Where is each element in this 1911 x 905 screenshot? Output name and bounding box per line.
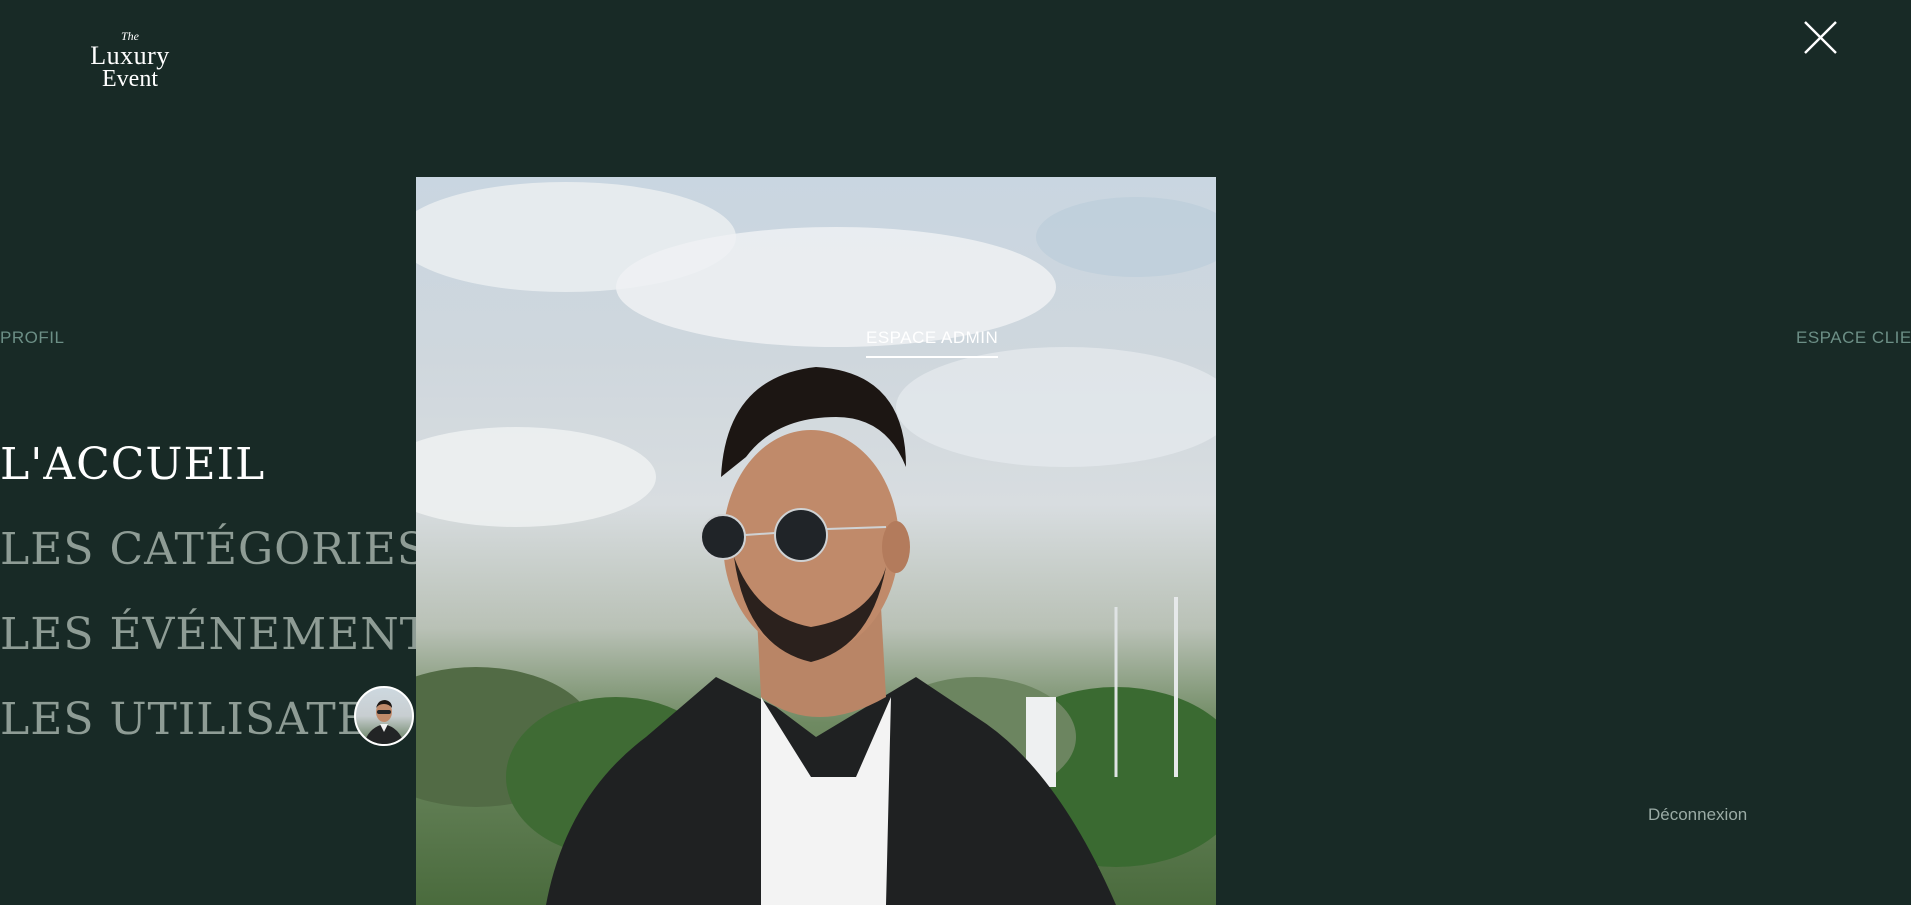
- profile-photo: [416, 177, 1216, 905]
- avatar-image: [364, 700, 404, 744]
- portrait-illustration: [416, 182, 1216, 905]
- tab-espace-admin[interactable]: ESPACE ADMIN: [866, 328, 999, 358]
- tab-espace-client[interactable]: ESPACE CLIENT: [1796, 328, 1911, 348]
- avatar[interactable]: [354, 686, 414, 746]
- main-nav: L'ACCUEIL LES CATÉGORIES LES ÉVÉNEMENTS …: [0, 430, 416, 750]
- tab-profil[interactable]: PROFIL: [0, 328, 64, 348]
- nav-item-utilisateurs[interactable]: LES UTILISATEURS: [0, 698, 360, 742]
- logo-event: Event: [102, 66, 158, 92]
- logo[interactable]: The Luxury Event: [78, 30, 182, 92]
- close-icon: [1804, 21, 1837, 54]
- close-button[interactable]: [1800, 18, 1840, 58]
- logout-link[interactable]: Déconnexion: [1648, 805, 1747, 825]
